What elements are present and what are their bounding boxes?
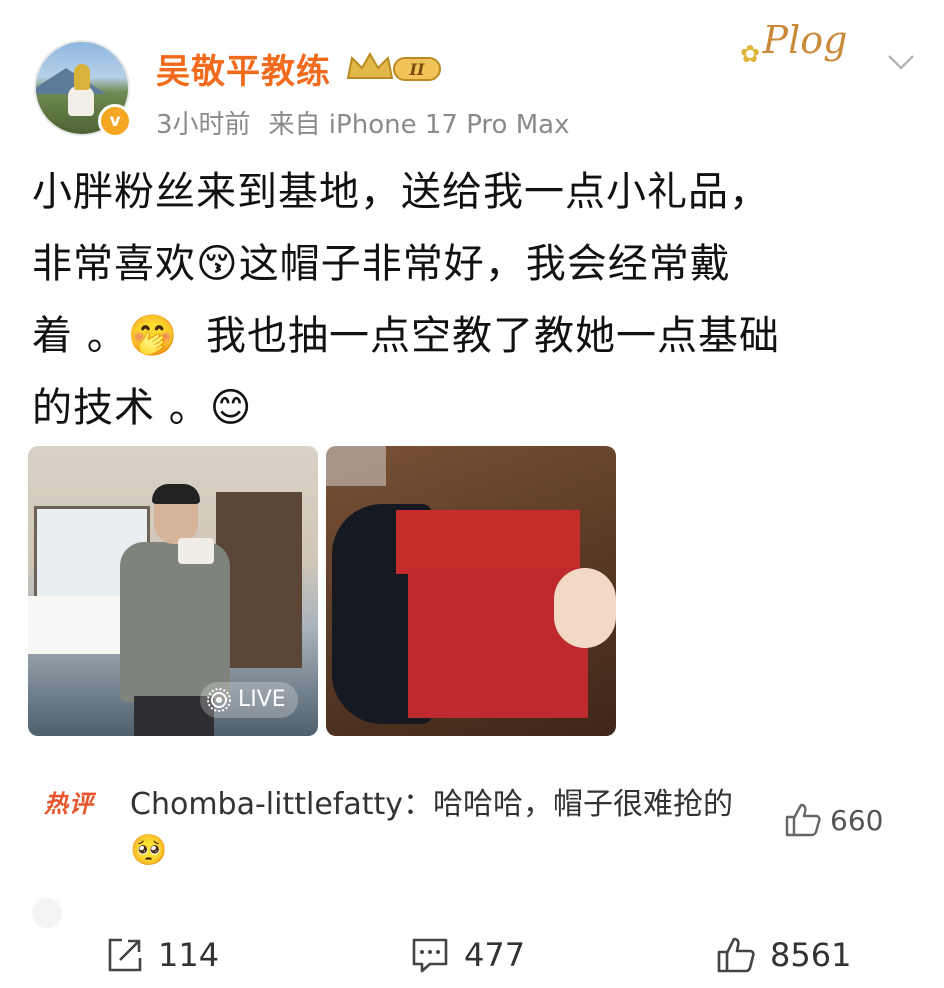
avatar[interactable]: v (34, 40, 132, 138)
post-time: 3小时前 (156, 110, 251, 140)
photo-cap (152, 484, 200, 504)
hot-comment-like-count: 660 (830, 803, 884, 837)
chevron-down-icon[interactable] (886, 52, 916, 72)
post-text: 小胖粉丝来到基地，送给我一点小礼品， 非常喜欢😚这帽子非常好，我会经常戴 着 。… (32, 169, 780, 431)
share-count: 114 (158, 936, 220, 974)
photo-glass (326, 446, 386, 486)
post-source: 来自 iPhone 17 Pro Max (268, 110, 570, 140)
post-header: v 吴敬平教练 II 3小时前 来自 iPhone 17 Pro Max ✿ Pl… (0, 0, 944, 150)
share-icon (108, 938, 142, 972)
thumbs-up-icon (717, 937, 755, 973)
crown-icon: II (346, 51, 441, 81)
photo-selfie[interactable]: LIVE (28, 446, 318, 736)
hot-comment-text: Chomba-littlefatty：哈哈哈，帽子很难抢的🥺 (130, 787, 734, 868)
photo-person (120, 542, 230, 702)
live-photo-icon (207, 688, 231, 712)
comment-button[interactable]: 477 (410, 930, 525, 980)
thumbs-up-icon (785, 803, 821, 837)
post-meta: 3小时前 来自 iPhone 17 Pro Max (156, 104, 569, 141)
photo-gifts[interactable] (326, 446, 616, 736)
photo-phone (178, 538, 214, 564)
photo-face-sticker (554, 568, 616, 648)
photo-grid: LIVE (28, 446, 628, 738)
plog-sticker-label: Plog (762, 18, 848, 62)
hot-comment-like-button[interactable]: 660 (784, 800, 883, 840)
flower-icon: ✿ (740, 40, 761, 68)
avatar-horse (68, 86, 94, 116)
live-label: LIVE (238, 687, 286, 712)
live-badge[interactable]: LIVE (200, 682, 298, 718)
photo-poster-top (396, 510, 580, 574)
member-level: II (409, 60, 425, 79)
action-bar: 114 477 8561 (0, 924, 944, 984)
verified-badge: v (98, 104, 132, 138)
share-button[interactable]: 114 (106, 930, 219, 980)
hot-comment[interactable]: 热评 Chomba-littlefatty：哈哈哈，帽子很难抢的🥺 660 (0, 770, 944, 870)
comment-count: 477 (464, 936, 526, 974)
plog-sticker: ✿ Plog (740, 10, 870, 70)
like-button[interactable]: 8561 (716, 930, 851, 980)
comment-icon (412, 938, 448, 973)
username[interactable]: 吴敬平教练 (156, 44, 331, 93)
avatar-rider (74, 64, 90, 90)
hot-comment-tag: 热评 (44, 790, 94, 818)
like-count: 8561 (770, 936, 852, 974)
